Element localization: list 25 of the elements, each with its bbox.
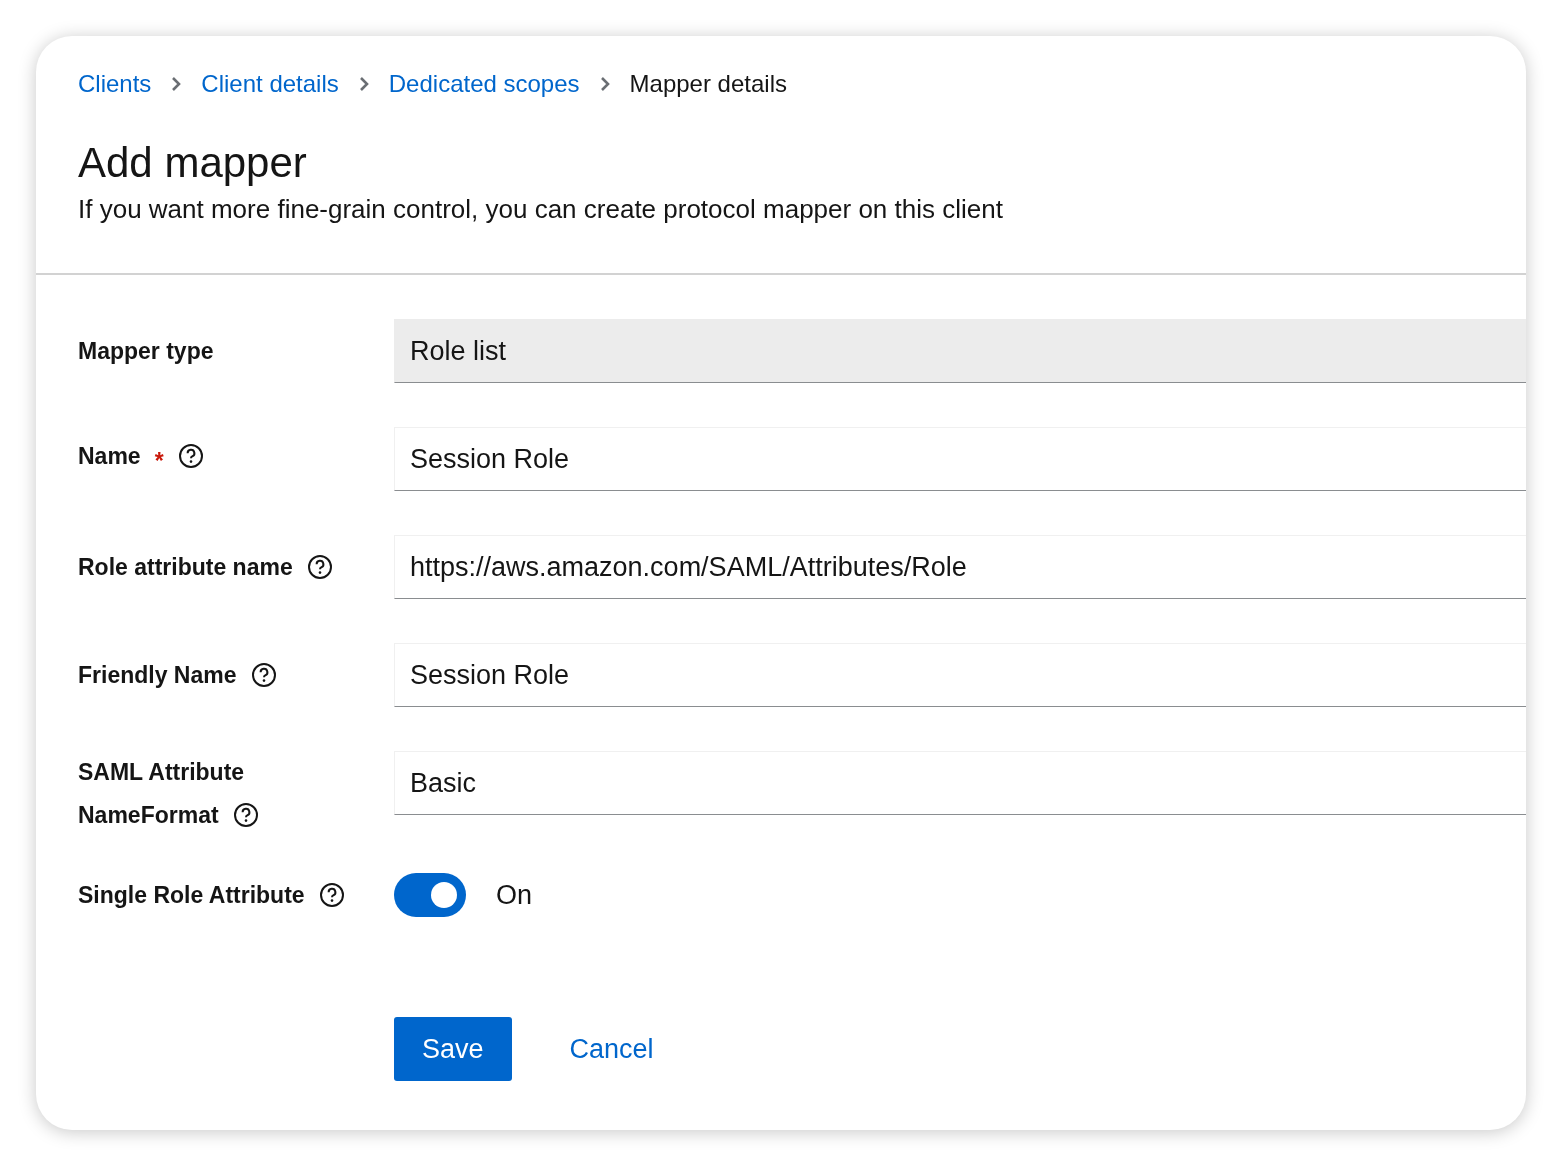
- input-field[interactable]: Session Role: [394, 643, 1526, 708]
- input-field[interactable]: https://aws.amazon.com/SAML/Attributes/Role: [394, 535, 1526, 600]
- readonly-field: Role list: [394, 319, 1526, 384]
- required-mark: *: [154, 448, 164, 475]
- breadcrumb-link[interactable]: Clients: [78, 66, 152, 102]
- field-label: SAML Attribute NameFormat: [78, 759, 245, 829]
- input-field[interactable]: Basic: [394, 751, 1526, 816]
- toggle-state-label: On: [496, 878, 533, 912]
- field-label: Single Role Attribute: [78, 881, 305, 908]
- breadcrumb-link[interactable]: Dedicated scopes: [388, 66, 580, 102]
- breadcrumb-current: Mapper details: [629, 69, 787, 99]
- field-label: Friendly Name: [78, 661, 237, 688]
- chevron-right-icon: [171, 76, 182, 92]
- input-field[interactable]: Session Role: [394, 427, 1526, 492]
- toggle-switch[interactable]: [394, 873, 466, 918]
- save-button[interactable]: Save: [394, 1017, 512, 1082]
- page-title: Add mapper: [78, 140, 308, 187]
- field-label: Name: [78, 443, 141, 470]
- breadcrumb-link[interactable]: Client details: [201, 66, 339, 102]
- field-label: Role attribute name: [78, 553, 293, 580]
- page-description: If you want more fine-grain control, you can create protocol mapper on this client: [78, 193, 1004, 227]
- field-label: Mapper type: [78, 337, 214, 364]
- cancel-link[interactable]: Cancel: [569, 1028, 654, 1070]
- chevron-right-icon: [358, 76, 369, 92]
- chevron-right-icon: [599, 76, 610, 92]
